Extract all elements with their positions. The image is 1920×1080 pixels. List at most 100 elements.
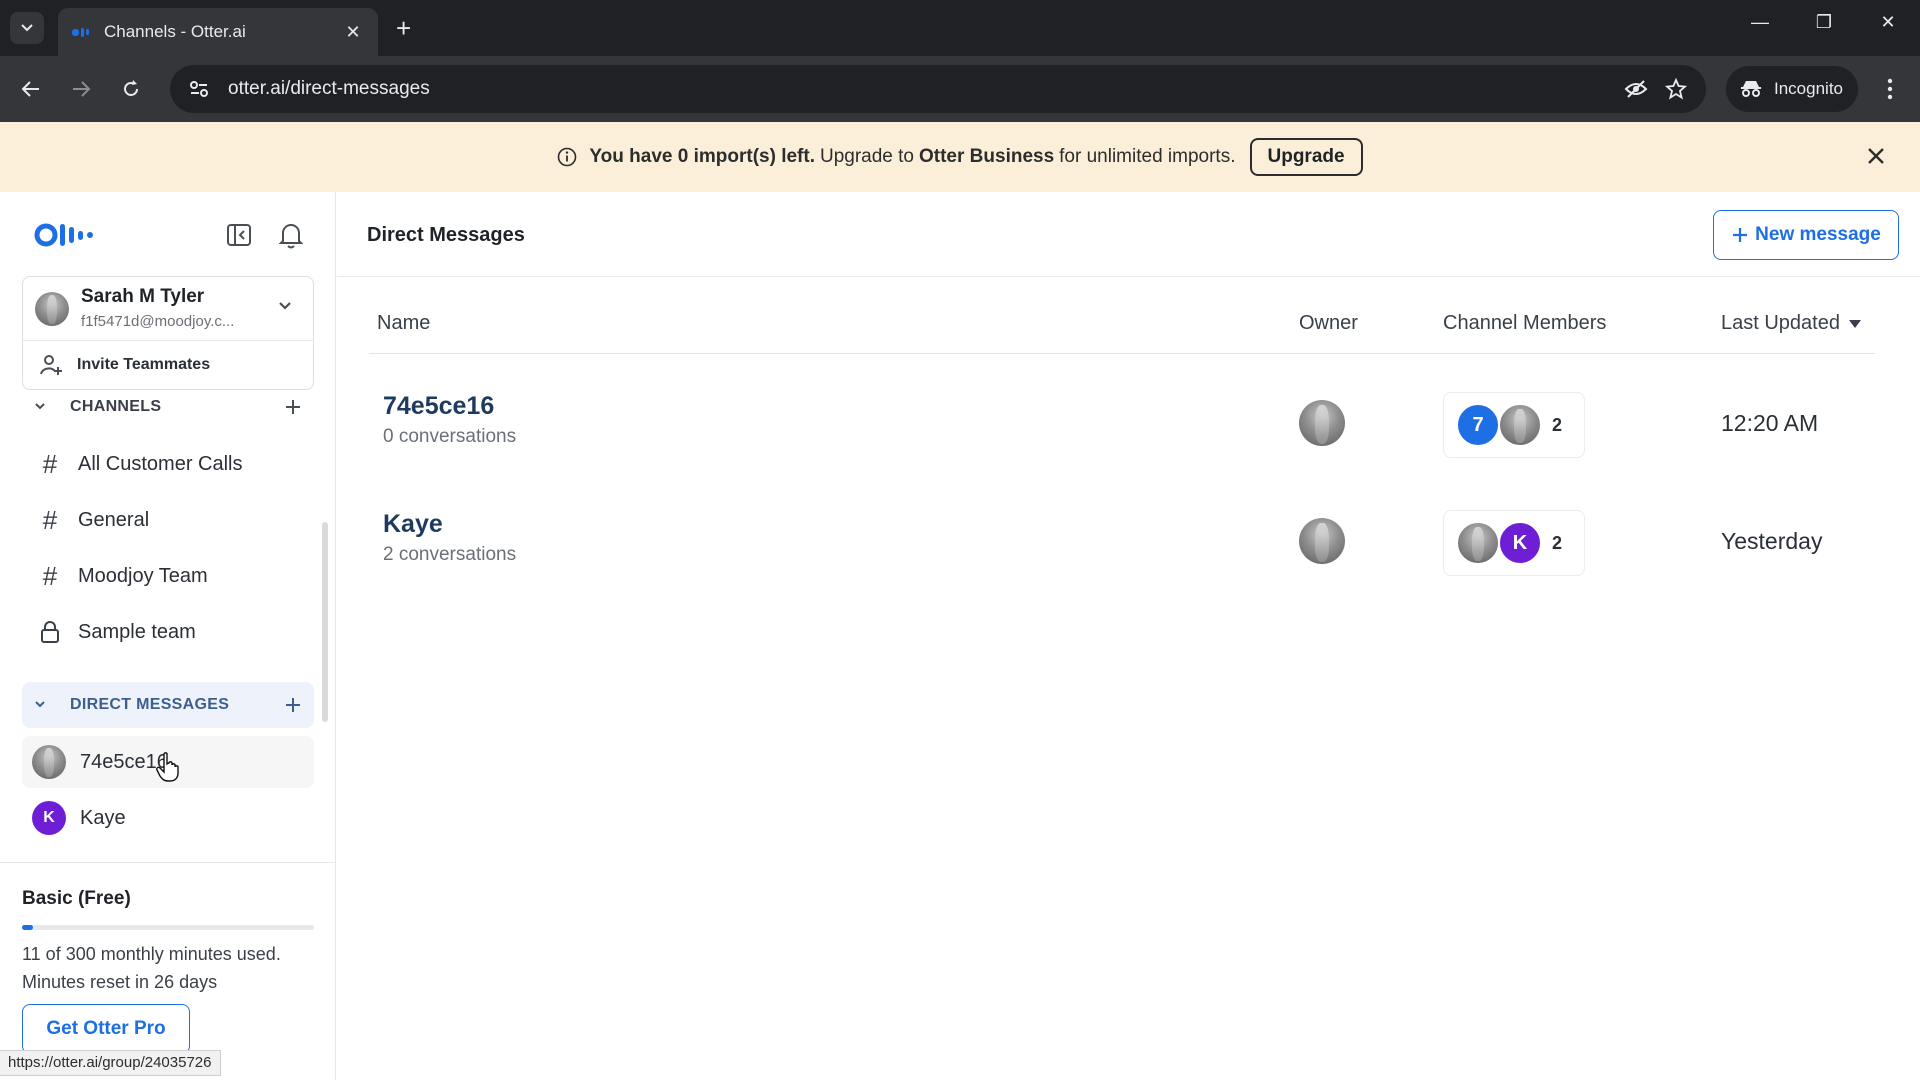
chevron-down-icon bbox=[277, 299, 293, 317]
user-avatar bbox=[35, 292, 69, 326]
new-tab-button[interactable]: + bbox=[396, 14, 411, 42]
bookmark-star-icon[interactable] bbox=[1656, 78, 1696, 100]
tab-search-button[interactable] bbox=[10, 12, 44, 44]
chevron-down-icon[interactable] bbox=[28, 700, 52, 710]
member-avatar: K bbox=[1498, 521, 1542, 565]
plan-name: Basic (Free) bbox=[22, 888, 131, 909]
window-close-icon[interactable]: ✕ bbox=[1868, 12, 1908, 33]
sidebar-item-general[interactable]: # General bbox=[22, 495, 314, 545]
minutes-usage-text: 11 of 300 monthly minutes used. Minutes … bbox=[22, 940, 281, 996]
last-updated: Yesterday bbox=[1721, 528, 1823, 554]
member-count: 2 bbox=[1552, 414, 1563, 435]
user-email: f1f5471d@moodjoy.c... bbox=[81, 313, 235, 330]
reload-icon[interactable] bbox=[114, 72, 148, 106]
sidebar-item-all-customer-calls[interactable]: # All Customer Calls bbox=[22, 439, 314, 489]
sidebar-item-dm-kaye[interactable]: K Kaye bbox=[22, 792, 314, 844]
minimize-icon[interactable]: — bbox=[1740, 12, 1780, 33]
direct-messages-section-header[interactable]: DIRECT MESSAGES bbox=[22, 682, 314, 728]
banner-close-icon[interactable] bbox=[1862, 142, 1890, 170]
address-bar[interactable]: otter.ai/direct-messages bbox=[170, 65, 1706, 113]
notifications-bell-icon[interactable] bbox=[278, 221, 304, 254]
column-header-name[interactable]: Name bbox=[377, 312, 430, 335]
add-user-icon bbox=[40, 355, 62, 375]
incognito-icon bbox=[1741, 81, 1761, 97]
account-switcher[interactable]: Sarah M Tyler f1f5471d@moodjoy.c... bbox=[23, 277, 313, 341]
member-avatar bbox=[1456, 521, 1500, 565]
collapse-sidebar-icon[interactable] bbox=[226, 222, 252, 253]
owner-avatar bbox=[1299, 400, 1345, 446]
sidebar-divider bbox=[0, 862, 336, 863]
main-panel: Direct Messages New message Name Owner C… bbox=[337, 192, 1920, 1080]
channel-members[interactable]: K 2 bbox=[1443, 510, 1585, 576]
new-message-button[interactable]: New message bbox=[1713, 210, 1899, 260]
eye-off-icon[interactable] bbox=[1616, 79, 1656, 99]
site-settings-icon[interactable] bbox=[182, 80, 216, 98]
link-status-bubble: https://otter.ai/group/24035726 bbox=[0, 1050, 221, 1076]
tab-title: Channels - Otter.ai bbox=[104, 22, 246, 41]
forward-arrow-icon[interactable] bbox=[64, 72, 98, 106]
member-avatar: 7 bbox=[1456, 403, 1500, 447]
column-header-last-updated[interactable]: Last Updated bbox=[1721, 312, 1862, 335]
column-header-owner[interactable]: Owner bbox=[1299, 312, 1358, 335]
browser-tab[interactable]: Channels - Otter.ai ✕ bbox=[58, 8, 378, 56]
conversation-count: 2 conversations bbox=[383, 544, 517, 565]
dm-label: 74e5ce16 bbox=[80, 750, 168, 773]
conversation-count: 0 conversations bbox=[383, 426, 517, 447]
user-name: Sarah M Tyler bbox=[81, 286, 205, 307]
sort-down-icon bbox=[1848, 319, 1861, 328]
upgrade-button[interactable]: Upgrade bbox=[1249, 138, 1363, 176]
get-otter-pro-button[interactable]: Get Otter Pro bbox=[22, 1004, 190, 1054]
channels-header-label: CHANNELS bbox=[70, 398, 162, 415]
column-header-channel-members[interactable]: Channel Members bbox=[1443, 312, 1606, 335]
otter-logo[interactable] bbox=[34, 222, 98, 248]
lock-icon bbox=[22, 620, 78, 644]
hash-icon: # bbox=[42, 504, 58, 535]
member-count: 2 bbox=[1552, 532, 1563, 553]
table-row[interactable]: Kaye 2 conversations K 2 Yesterday bbox=[369, 488, 1875, 598]
invite-teammates-button[interactable]: Invite Teammates bbox=[23, 341, 313, 389]
browser-menu-icon[interactable] bbox=[1876, 72, 1904, 106]
channel-label: General bbox=[78, 508, 150, 531]
owner-avatar bbox=[1299, 518, 1345, 564]
hash-icon: # bbox=[42, 560, 58, 591]
sidebar-scrollbar[interactable] bbox=[322, 522, 328, 722]
channel-label: Moodjoy Team bbox=[78, 564, 208, 587]
sidebar-item-sample-team[interactable]: Sample team bbox=[22, 607, 314, 657]
otter-favicon-icon bbox=[72, 26, 90, 38]
incognito-label: Incognito bbox=[1774, 79, 1843, 98]
back-arrow-icon[interactable] bbox=[14, 72, 48, 106]
avatar bbox=[32, 745, 66, 779]
page-title: Direct Messages bbox=[367, 224, 525, 246]
banner-plan-name: Otter Business bbox=[919, 146, 1055, 167]
info-icon bbox=[557, 147, 577, 167]
chevron-down-icon[interactable] bbox=[28, 402, 52, 412]
channel-label: Sample team bbox=[78, 620, 196, 643]
hand-cursor-icon bbox=[156, 752, 180, 787]
channel-members[interactable]: 7 2 bbox=[1443, 392, 1585, 458]
avatar: K bbox=[32, 801, 66, 835]
add-channel-icon[interactable] bbox=[278, 398, 308, 416]
channels-section-header[interactable]: CHANNELS bbox=[22, 384, 314, 430]
browser-toolbar: otter.ai/direct-messages Incognito bbox=[0, 56, 1920, 122]
table-header-divider bbox=[369, 353, 1875, 354]
dm-name[interactable]: Kaye bbox=[383, 510, 443, 539]
member-avatar bbox=[1498, 403, 1542, 447]
invite-teammates-label: Invite Teammates bbox=[77, 356, 211, 373]
sidebar-item-moodjoy-team[interactable]: # Moodjoy Team bbox=[22, 551, 314, 601]
add-direct-message-icon[interactable] bbox=[278, 696, 308, 714]
minutes-progress-fill bbox=[22, 925, 33, 930]
usage-line-1: 11 of 300 monthly minutes used. bbox=[22, 944, 281, 964]
account-card: Sarah M Tyler f1f5471d@moodjoy.c... Invi… bbox=[22, 276, 314, 390]
banner-upgrade-text: Upgrade to bbox=[819, 146, 914, 167]
minutes-progress-bar bbox=[22, 925, 314, 930]
import-limit-banner: You have 0 import(s) left. Upgrade to Ot… bbox=[0, 122, 1920, 192]
table-row[interactable]: 74e5ce16 0 conversations 7 2 12:20 AM bbox=[369, 370, 1875, 480]
incognito-indicator[interactable]: Incognito bbox=[1726, 66, 1858, 112]
sidebar: Sarah M Tyler f1f5471d@moodjoy.c... Invi… bbox=[0, 192, 336, 1080]
header-divider bbox=[337, 276, 1920, 277]
dm-name[interactable]: 74e5ce16 bbox=[383, 392, 494, 421]
last-updated: 12:20 AM bbox=[1721, 410, 1819, 436]
tab-close-icon[interactable]: ✕ bbox=[342, 22, 364, 43]
last-updated-label: Last Updated bbox=[1721, 312, 1840, 334]
restore-icon[interactable]: ❐ bbox=[1804, 12, 1844, 33]
